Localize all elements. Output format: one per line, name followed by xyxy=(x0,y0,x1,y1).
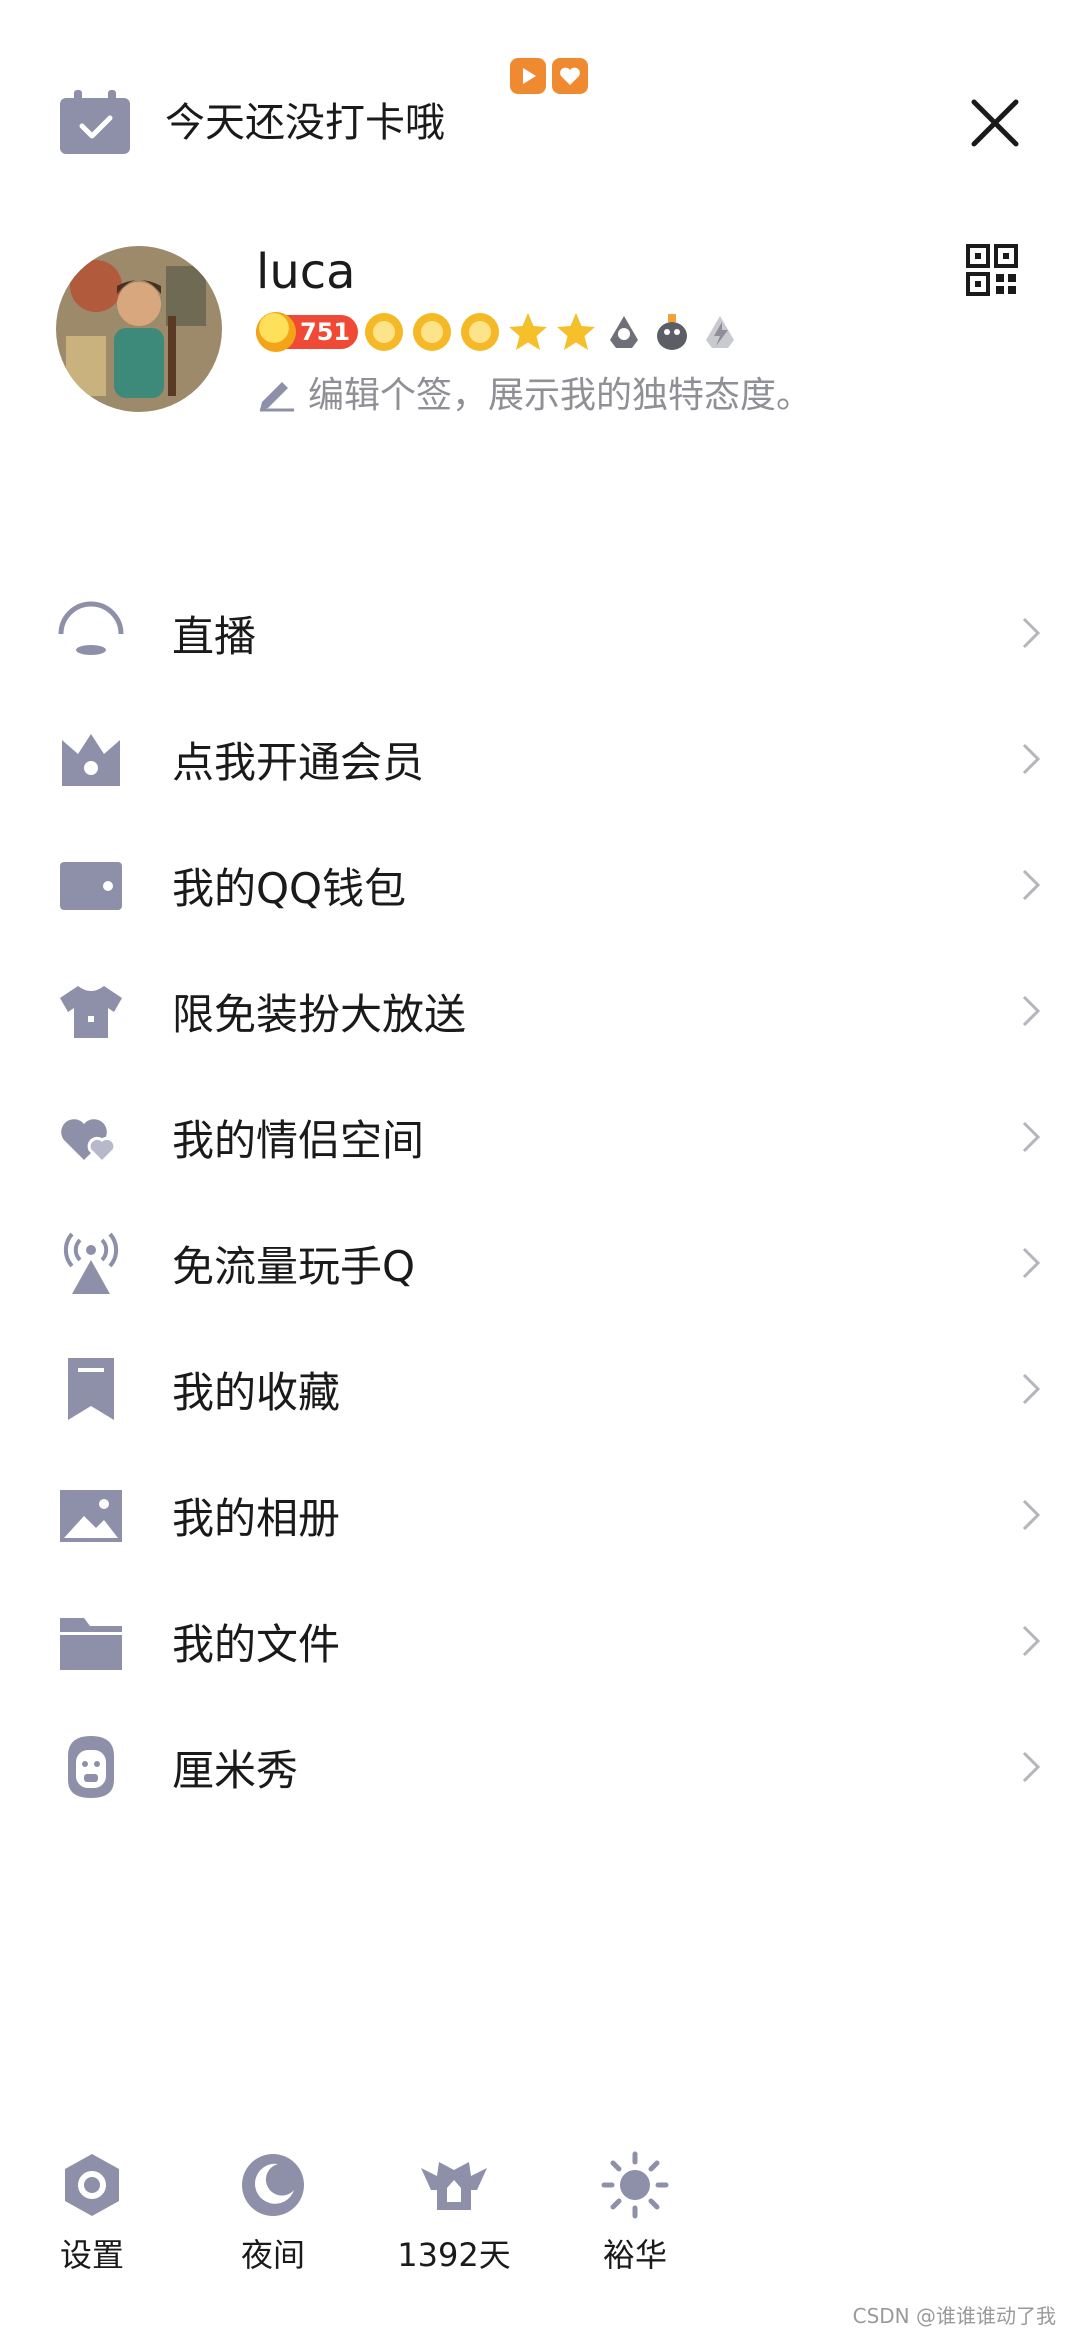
menu-label: 直播 xyxy=(172,611,257,661)
crown-icon xyxy=(62,734,120,786)
menu-item-album[interactable]: 我的相册 xyxy=(0,1452,1080,1578)
menu-item-cmshow[interactable]: 厘米秀 xyxy=(0,1704,1080,1830)
menu-item-live[interactable]: 直播 xyxy=(0,570,1080,696)
level-badge: 751 xyxy=(256,312,359,352)
username[interactable]: luca xyxy=(256,240,356,304)
bookmark-icon xyxy=(68,1358,114,1420)
penguin-badge-icon xyxy=(610,316,639,348)
heart-icon[interactable] xyxy=(552,58,588,94)
video-play-icon[interactable] xyxy=(510,58,546,94)
chevron-right-icon xyxy=(1022,1751,1041,1783)
chevron-right-icon xyxy=(1022,1247,1041,1279)
star-icon xyxy=(557,313,596,350)
live-icon xyxy=(58,601,124,655)
menu-label: 我的相册 xyxy=(172,1493,341,1543)
close-button[interactable] xyxy=(960,88,1030,158)
avatar[interactable] xyxy=(56,246,222,412)
promo-badges[interactable] xyxy=(510,58,588,98)
chevron-right-icon xyxy=(1022,617,1041,649)
level-number: 751 xyxy=(300,318,351,346)
cmshow-icon xyxy=(68,1736,114,1798)
chevron-right-icon xyxy=(1022,743,1041,775)
wallet-icon xyxy=(60,862,122,910)
star-icon xyxy=(509,313,548,350)
image-icon xyxy=(60,1490,122,1542)
menu-item-vip[interactable]: 点我开通会员 xyxy=(0,696,1080,822)
settings-icon xyxy=(65,2154,119,2216)
menu-label: 我的收藏 xyxy=(172,1367,341,1417)
level-row[interactable]: 751 xyxy=(256,306,742,358)
folder-icon xyxy=(60,1618,122,1670)
penguin-badge-icon xyxy=(657,314,688,350)
menu-item-files[interactable]: 我的文件 xyxy=(0,1578,1080,1704)
signature-text: 编辑个签，展示我的独特态度。 xyxy=(308,375,813,416)
sun-medal-icon xyxy=(365,313,404,351)
settings-button[interactable]: 设置 xyxy=(27,2150,157,2276)
bottom-label: 裕华 xyxy=(602,2236,667,2274)
chevron-right-icon xyxy=(1022,1499,1041,1531)
hearts-icon xyxy=(61,1119,117,1165)
lightning-badge-icon xyxy=(706,316,735,348)
menu-item-favorites[interactable]: 我的收藏 xyxy=(0,1326,1080,1452)
menu-label: 点我开通会员 xyxy=(172,737,425,787)
menu-label: 我的QQ钱包 xyxy=(172,863,407,913)
qr-code-button[interactable] xyxy=(966,244,1018,296)
menu-label: 厘米秀 xyxy=(172,1745,299,1795)
chevron-right-icon xyxy=(1022,869,1041,901)
checkin-text[interactable]: 今天还没打卡哦 xyxy=(165,90,445,156)
chevron-right-icon xyxy=(1022,995,1041,1027)
qq-days-button[interactable]: 1392天 xyxy=(389,2150,519,2276)
chevron-right-icon xyxy=(1022,1625,1041,1657)
sun-medal-icon xyxy=(461,313,500,351)
signal-tower-icon xyxy=(63,1232,119,1294)
menu-label: 免流量玩手Q xyxy=(172,1241,416,1291)
menu-item-wallet[interactable]: 我的QQ钱包 xyxy=(0,822,1080,948)
bottom-label: 夜间 xyxy=(240,2236,305,2274)
menu-item-costume[interactable]: 限免装扮大放送 xyxy=(0,948,1080,1074)
coin-icon xyxy=(256,312,296,352)
pencil-icon xyxy=(260,382,294,412)
menu-label: 我的文件 xyxy=(172,1619,341,1669)
signature-row[interactable]: 编辑个签，展示我的独特态度。 xyxy=(256,364,812,420)
menu-list: 直播 点我开通会员 我的QQ钱包 限免装扮大放送 我的情侣空间 免流量玩手Q 我… xyxy=(0,570,1080,1830)
bottom-bar: 设置 夜间 1392天 裕华 xyxy=(0,2150,1080,2290)
weather-button[interactable]: 裕华 xyxy=(570,2150,700,2276)
menu-item-couple[interactable]: 我的情侣空间 xyxy=(0,1074,1080,1200)
sun-medal-icon xyxy=(413,313,452,351)
weather-sun-icon xyxy=(601,2151,669,2219)
menu-item-free-data[interactable]: 免流量玩手Q xyxy=(0,1200,1080,1326)
close-icon xyxy=(971,99,1019,147)
qq-days-icon xyxy=(421,2162,487,2210)
chevron-right-icon xyxy=(1022,1121,1041,1153)
menu-label: 我的情侣空间 xyxy=(172,1115,425,1165)
menu-label: 限免装扮大放送 xyxy=(172,989,467,1039)
tshirt-icon xyxy=(60,986,122,1038)
watermark: CSDN @谁谁谁动了我 xyxy=(852,2304,1056,2328)
bottom-label: 1392天 xyxy=(397,2236,511,2274)
calendar-check-icon[interactable] xyxy=(58,90,132,156)
chevron-right-icon xyxy=(1022,1373,1041,1405)
moon-icon xyxy=(242,2154,304,2216)
night-mode-button[interactable]: 夜间 xyxy=(208,2150,338,2276)
qr-code-icon xyxy=(966,244,1018,296)
bottom-label: 设置 xyxy=(59,2236,124,2274)
